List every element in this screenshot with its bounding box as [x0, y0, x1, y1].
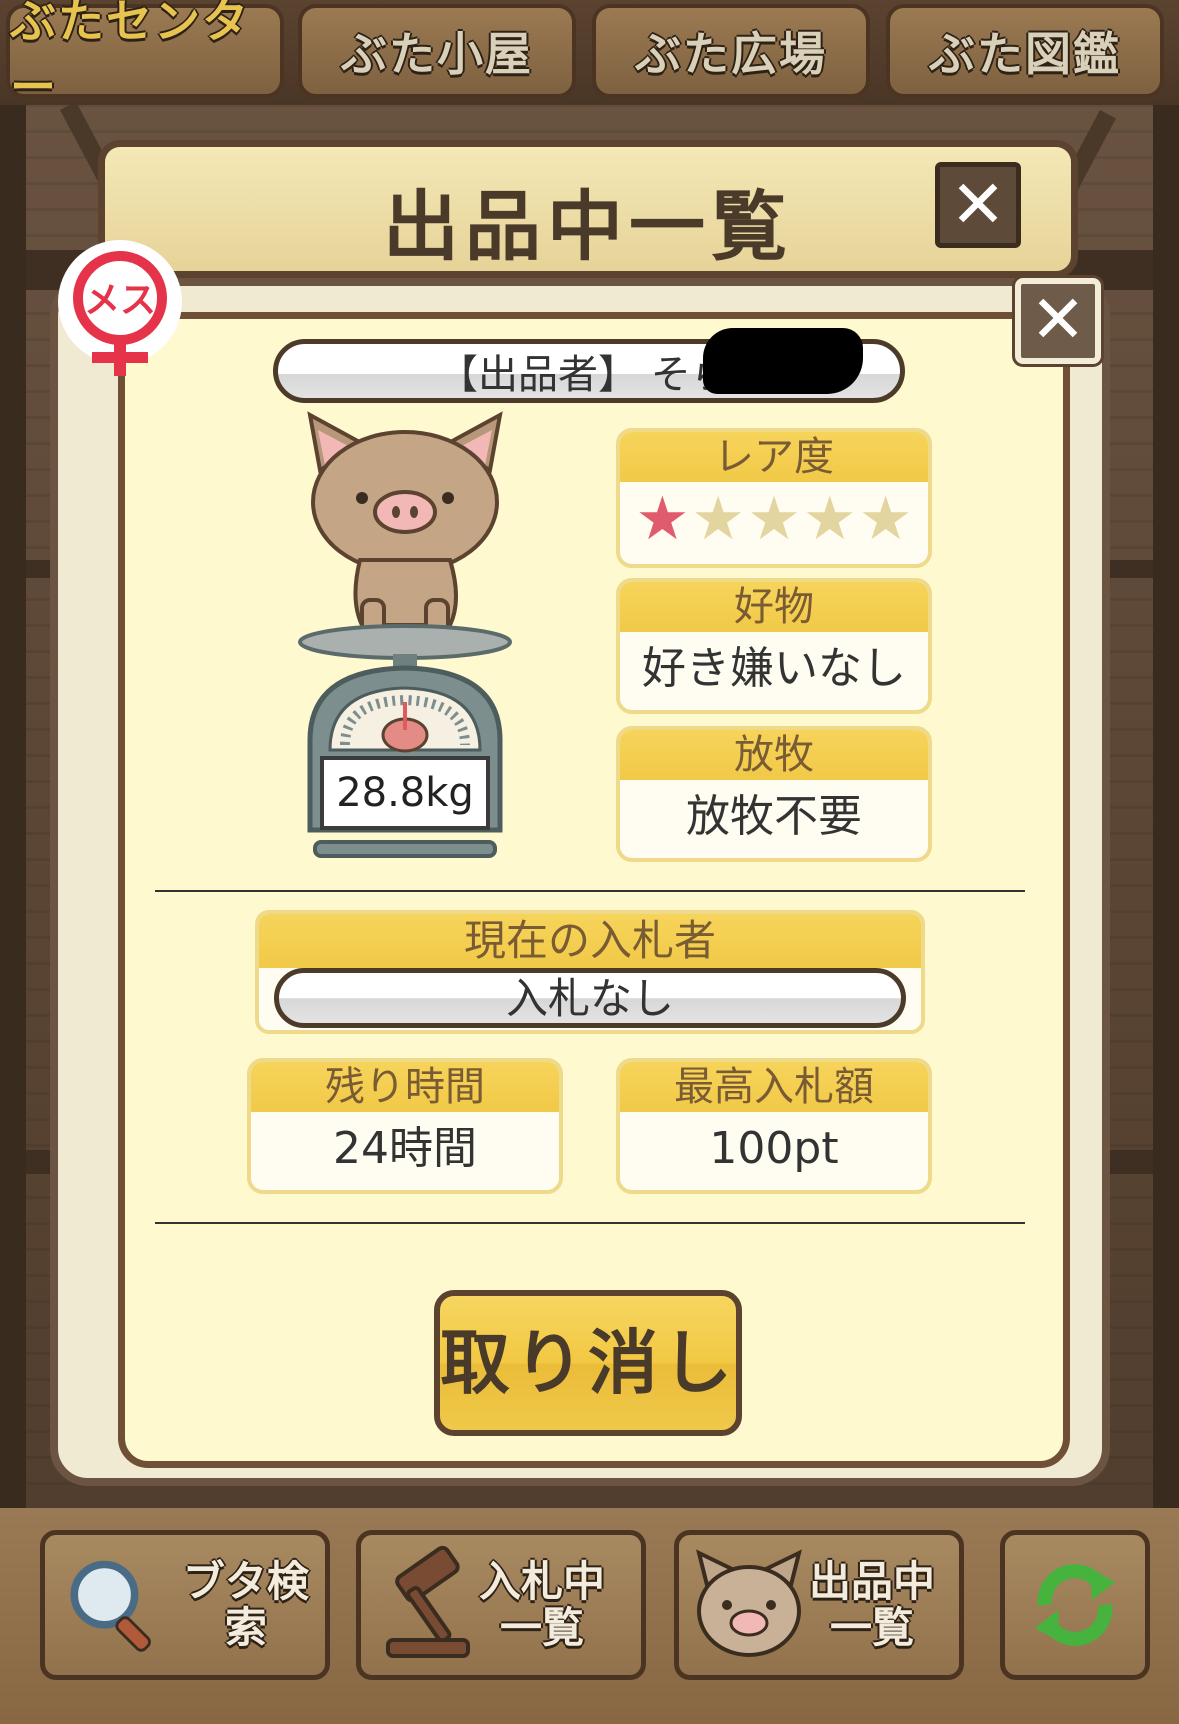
grazing-box: 放牧 放牧不要: [616, 726, 932, 862]
remaining-value: 24時間: [333, 1123, 477, 1174]
remaining-time-box: 残り時間 24時間: [247, 1058, 563, 1194]
female-icon: メス: [58, 240, 182, 376]
star-icon: ★: [858, 484, 913, 554]
tab-buta-hiroba[interactable]: ぶた広場: [592, 4, 870, 98]
refresh-button[interactable]: [1000, 1530, 1150, 1680]
favorite-box: 好物 好き嫌いなし: [616, 578, 932, 714]
tab-label: ぶた小屋: [341, 27, 533, 81]
star-icon: ★: [691, 484, 746, 554]
tab-label: ぶた広場: [635, 27, 827, 81]
star-icon: ★: [802, 484, 857, 554]
rarity-label: レア度: [620, 432, 928, 482]
listing-label-line2: 一覧: [830, 1603, 915, 1652]
current-bidder-box: 現在の入札者 入札なし: [255, 910, 925, 1034]
redaction-mark: [703, 328, 863, 394]
seller-text: 【出品者】 そら: [438, 352, 731, 398]
tab-buta-center[interactable]: ぶたセンター: [6, 0, 284, 114]
tab-buta-zukan[interactable]: ぶた図鑑: [886, 4, 1164, 98]
remaining-label: 残り時間: [251, 1062, 559, 1112]
bottom-action-bar: ブタ検索 入札中 一覧 出品中 一覧: [0, 1508, 1179, 1724]
cancel-listing-button[interactable]: 取り消し: [434, 1290, 742, 1436]
grazing-label: 放牧: [620, 730, 928, 780]
pig-weight: 28.8kg: [336, 770, 474, 816]
bidding-label-line2: 一覧: [500, 1603, 585, 1652]
page-title: 出品中一覧: [383, 182, 793, 271]
gender-label: メス: [84, 280, 156, 321]
bidding-list-button[interactable]: 入札中 一覧: [356, 1530, 646, 1680]
favorite-label: 好物: [620, 582, 928, 632]
tab-buta-koya[interactable]: ぶた小屋: [298, 4, 576, 98]
rarity-stars: ★ ★ ★ ★ ★: [620, 482, 928, 556]
listing-header: 出品中一覧 ✕: [98, 140, 1078, 278]
tab-label: ぶた図鑑: [929, 27, 1121, 81]
divider: [155, 1222, 1025, 1224]
rarity-box: レア度 ★ ★ ★ ★ ★: [616, 428, 932, 568]
dialog-close-button[interactable]: ✕: [1015, 278, 1101, 364]
bidder-label: 現在の入札者: [259, 914, 921, 968]
pig-search-button[interactable]: ブタ検索: [40, 1530, 330, 1680]
refresh-icon: [1035, 1564, 1115, 1646]
bidder-value: 入札なし: [274, 968, 906, 1028]
max-bid-box: 最高入札額 100pt: [616, 1058, 932, 1194]
star-icon: ★: [635, 484, 690, 554]
bidding-label-line1: 入札中: [479, 1557, 606, 1606]
listing-list-button[interactable]: 出品中 一覧: [674, 1530, 964, 1680]
magnifier-icon: [70, 1560, 151, 1652]
tab-label: ぶたセンター: [10, 0, 250, 114]
divider: [155, 890, 1025, 892]
pig-face-icon: [696, 1549, 802, 1657]
search-label: ブタ検索: [182, 1557, 309, 1652]
favorite-value: 好き嫌いなし: [642, 643, 906, 694]
grazing-value: 放牧不要: [686, 791, 862, 842]
max-bid-label: 最高入札額: [620, 1062, 928, 1112]
listing-label-line1: 出品中: [809, 1557, 936, 1606]
top-tab-bar: ぶたセンター ぶた小屋 ぶた広場 ぶた図鑑: [0, 0, 1179, 114]
max-bid-value: 100pt: [709, 1123, 839, 1174]
gavel-icon: [386, 1545, 470, 1658]
star-icon: ★: [747, 484, 801, 554]
header-close-button[interactable]: ✕: [935, 162, 1021, 248]
